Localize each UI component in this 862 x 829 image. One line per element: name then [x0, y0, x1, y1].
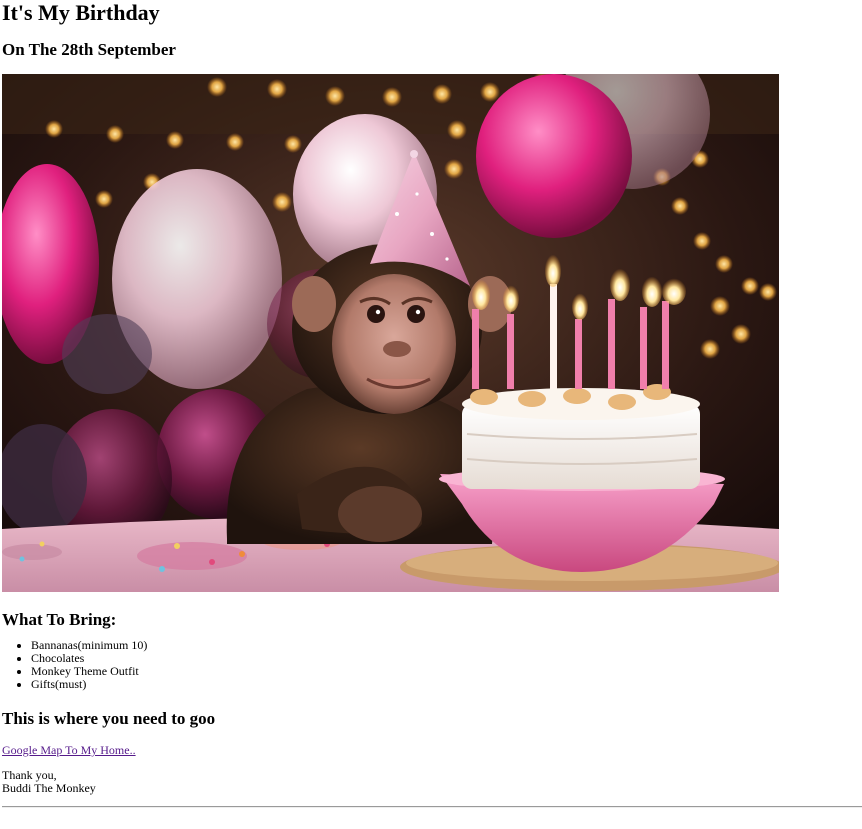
divider [2, 806, 862, 808]
list-item: Chocolates [31, 652, 862, 665]
signoff-name: Buddi The Monkey [2, 781, 96, 795]
list-item: Bannanas(minimum 10) [31, 639, 862, 652]
birthday-monkey-image [2, 74, 779, 592]
page: It's My Birthday On The 28th September W… [0, 0, 862, 808]
birthday-monkey-picture [2, 74, 779, 592]
google-map-link[interactable]: Google Map To My Home.. [2, 744, 136, 757]
signoff: Thank you, Buddi The Monkey [2, 769, 862, 795]
bring-list: Bannanas(minimum 10) Chocolates Monkey T… [2, 639, 862, 691]
page-subtitle: On The 28th September [2, 40, 176, 59]
signoff-thanks: Thank you, [2, 768, 57, 782]
birthday-cake [439, 253, 725, 572]
page-title: It's My Birthday [2, 0, 160, 25]
list-item: Gifts(must) [31, 678, 862, 691]
location-heading: This is where you need to goo [2, 709, 216, 728]
list-item: Monkey Theme Outfit [31, 665, 862, 678]
what-to-bring-heading: What To Bring: [2, 610, 117, 629]
